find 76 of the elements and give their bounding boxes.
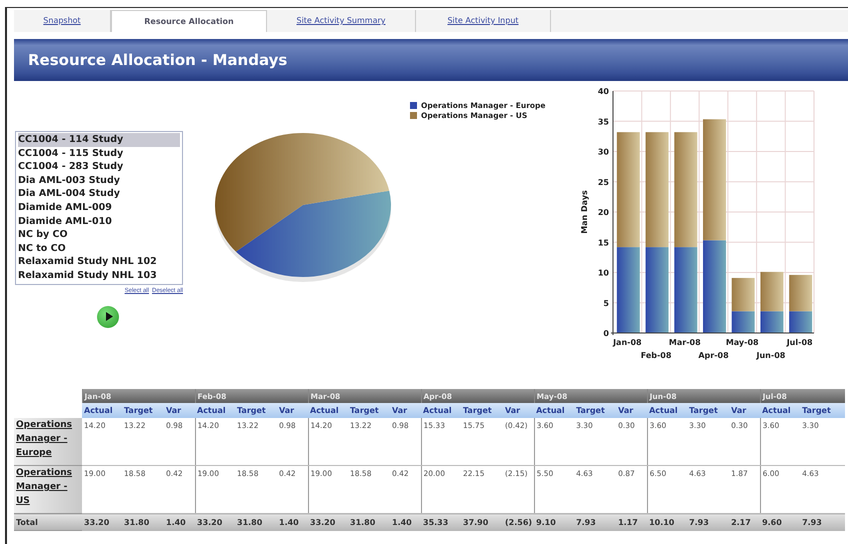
x-tick-label: May-08 [726,338,759,347]
x-tick-label: Jun-08 [756,351,786,360]
table-cell: 35.33 [421,514,461,530]
study-option[interactable]: Dia AML-003 Study [18,174,180,188]
study-option[interactable]: CC1004 - 115 Study [18,146,180,160]
y-tick-label: 40 [598,87,609,96]
y-tick-label: 20 [598,208,609,217]
tab[interactable]: Site Activity Summary [267,10,416,32]
table-cell: 1.17 [616,514,648,530]
row-header: Total [16,518,38,526]
study-option[interactable]: Diamide AML-010 [18,214,180,228]
table-cell: 2.17 [729,514,760,530]
column-header: Actual [760,403,800,418]
column-header: Actual [647,403,688,418]
y-axis-label: Man Days [580,190,589,234]
y-tick-label: 10 [598,268,609,278]
play-button[interactable] [97,306,119,328]
table-cell: 7.93 [574,514,616,530]
column-header: Actual [308,403,348,418]
column-header: Target [687,403,730,418]
table-cell: 31.80 [348,514,390,530]
column-header: Var [277,403,308,418]
table-cell: 1.40 [164,514,195,530]
table-cell: 31.80 [235,514,277,530]
x-tick-label: Feb-08 [640,351,672,360]
table-cell: 1.40 [277,514,308,530]
page-title: Resource Allocation - Mandays [28,51,288,69]
study-listbox[interactable]: CC1004 - 114 Study CC1004 - 115 Study CC1004 - 283 Study Dia AML-003 Study Dia AML-004 Study Diamide AML-009 Diamide AML-010 NC by CO NC to CO Relaxamid Study NHL 102 Relaxamid Study NHL 103 [15,131,183,285]
y-tick-label: 35 [598,117,609,126]
column-header: Var [164,403,195,418]
table-cell: 7.93 [800,514,846,530]
column-header: Actual [82,403,122,418]
play-icon [105,312,113,322]
table-cell: 33.20 [195,514,235,530]
table-cell: 37.90 [461,514,503,530]
y-tick-label: 25 [598,178,609,187]
table-cell: 10.10 [647,514,688,530]
study-option[interactable]: NC by CO [18,228,180,242]
study-option[interactable]: CC1004 - 114 Study [18,133,180,147]
table-cell: 7.93 [687,514,730,530]
column-header: Target [800,403,846,418]
column-header: Target [122,403,164,418]
column-header: Actual [534,403,574,418]
study-option[interactable]: Relaxamid Study NHL 103 [18,268,180,283]
study-option[interactable]: Dia AML-004 Study [18,187,180,201]
study-option[interactable]: CC1004 - 283 Study [18,160,180,174]
table-cell: 31.80 [122,514,164,530]
x-tick-label: Jul-08 [786,338,813,347]
tab[interactable]: Resource Allocation [111,10,267,32]
x-tick-label: Jan-08 [613,338,642,347]
y-tick-label: 30 [598,148,609,156]
column-header: Var [729,403,760,418]
column-header: Var [390,403,421,418]
table-cell: 1.40 [390,514,421,530]
column-header: Target [574,403,616,418]
y-tick-label: 5 [603,298,609,308]
table-cell: 9.60 [760,514,800,530]
x-tick-label: Mar-08 [668,338,701,347]
table-cell: 33.20 [82,514,122,530]
table-cell: 9.10 [534,514,574,530]
column-header: Target [348,403,390,418]
y-tick-label: 0 [603,329,609,338]
x-tick-label: Apr-08 [698,351,729,360]
study-option[interactable]: Relaxamid Study NHL 102 [18,255,180,269]
column-header: Target [235,403,277,418]
column-header: Actual [195,403,235,418]
study-option[interactable]: NC to CO [18,242,180,256]
column-header: Actual [421,403,461,418]
column-header: Var [503,403,534,418]
table-cell: (2.56) [503,514,534,530]
column-header: Var [616,403,648,418]
y-tick-label: 15 [598,238,609,248]
column-header: Target [461,403,503,418]
table-cell: 33.20 [308,514,348,530]
tab[interactable]: Site Activity Input [416,10,551,32]
study-option[interactable]: Diamide AML-009 [18,200,180,215]
